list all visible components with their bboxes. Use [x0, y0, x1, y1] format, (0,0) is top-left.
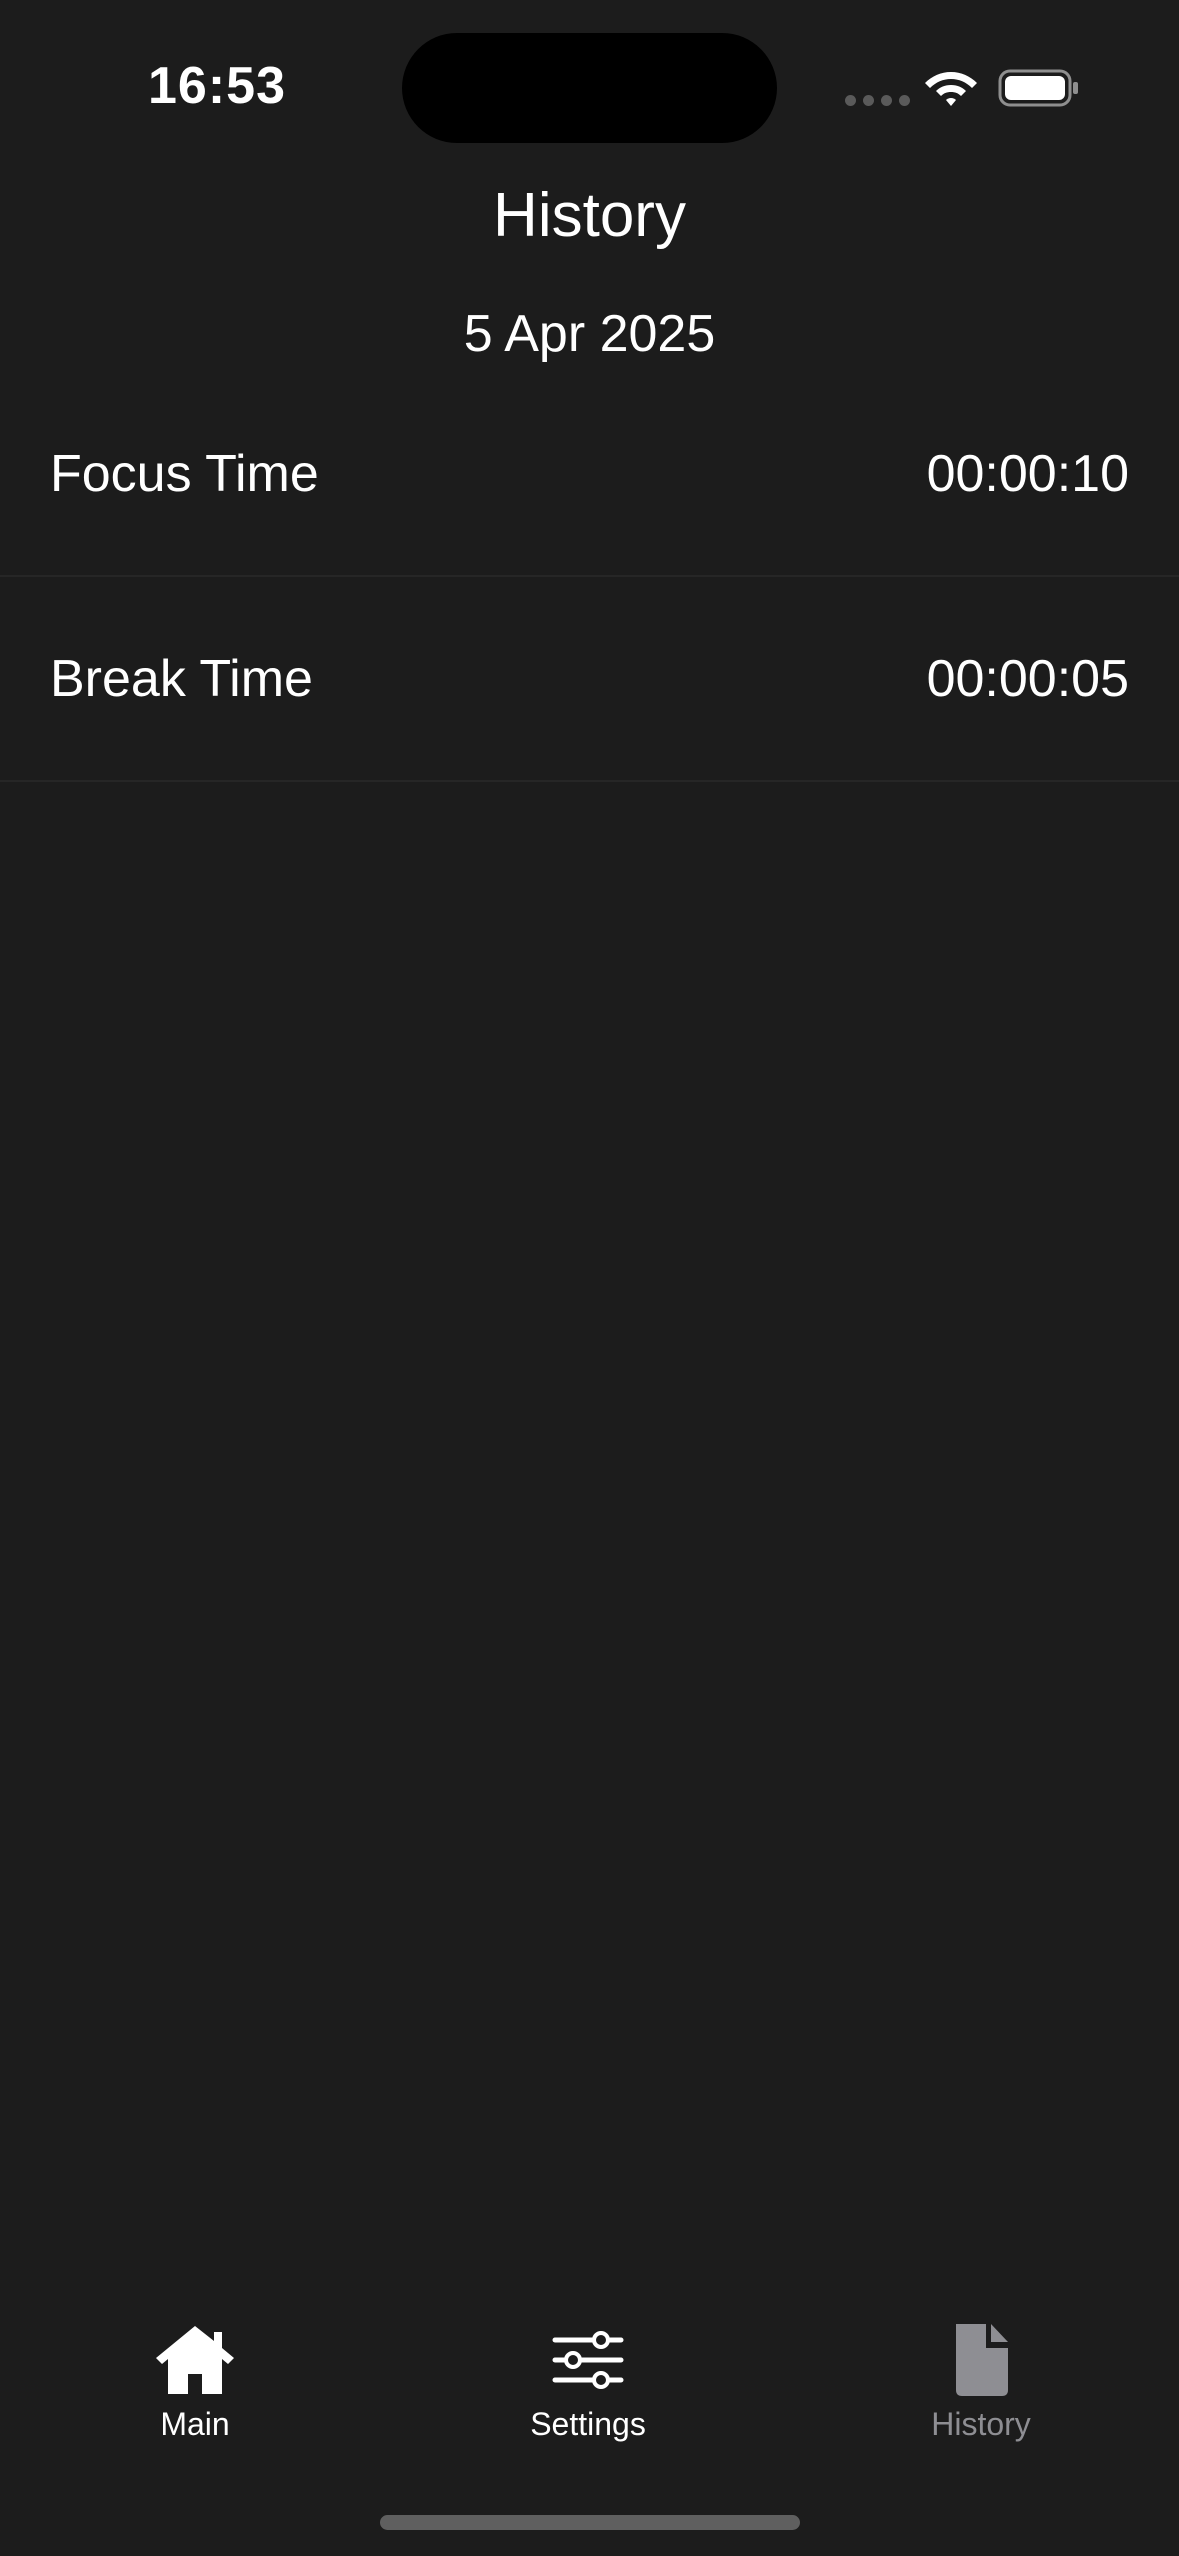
- document-icon: [956, 2324, 1008, 2396]
- page-title: History: [493, 181, 686, 250]
- dynamic-island: [402, 33, 777, 143]
- status-bar: 16:53: [0, 0, 1179, 180]
- history-row-break-time: Break Time 00:00:05: [0, 577, 1179, 782]
- status-time: 16:53: [148, 57, 286, 115]
- tab-history[interactable]: History: [851, 2320, 1111, 2443]
- tab-label: Settings: [530, 2406, 646, 2442]
- sliders-icon: [552, 2331, 624, 2389]
- wifi-icon: [925, 72, 977, 106]
- tab-label: Main: [160, 2406, 230, 2442]
- battery-icon: [998, 69, 1078, 107]
- tab-bar: Main Settings History: [0, 2300, 1179, 2480]
- tab-settings[interactable]: Settings: [458, 2320, 718, 2443]
- home-indicator[interactable]: [380, 2515, 800, 2530]
- history-row-label: Focus Time: [50, 444, 319, 503]
- cellular-signal-icon: [845, 95, 910, 106]
- house-icon: [156, 2326, 234, 2394]
- history-list: Focus Time 00:00:10 Break Time 00:00:05: [0, 372, 1179, 782]
- tab-main[interactable]: Main: [65, 2320, 325, 2443]
- tab-label: History: [931, 2406, 1031, 2442]
- history-row-focus-time: Focus Time 00:00:10: [0, 372, 1179, 577]
- history-date: 5 Apr 2025: [463, 305, 716, 363]
- history-row-label: Break Time: [50, 649, 313, 708]
- history-row-value: 00:00:05: [926, 649, 1129, 708]
- history-row-value: 00:00:10: [926, 444, 1129, 503]
